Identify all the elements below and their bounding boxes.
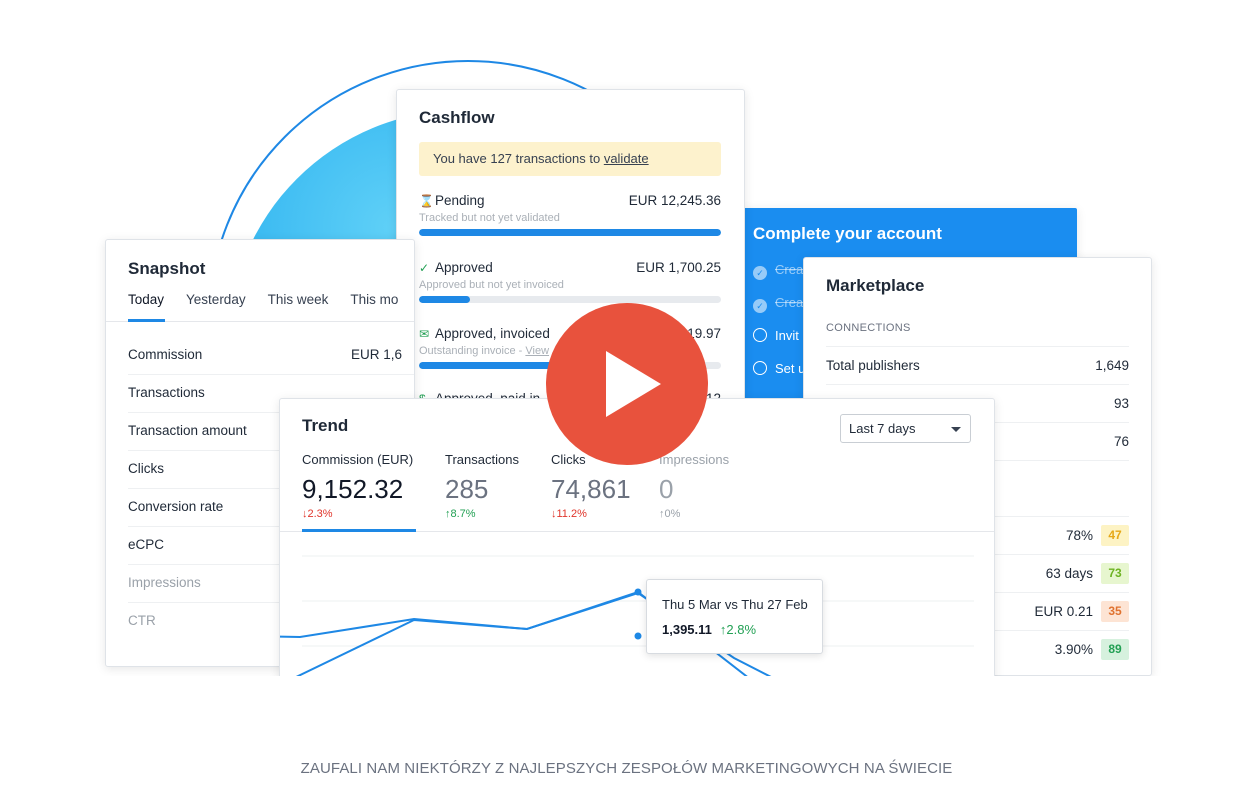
- cashflow-progress: [419, 229, 721, 236]
- marketplace-title: Marketplace: [826, 276, 925, 295]
- validate-notice: You have 127 transactions to validate: [419, 142, 721, 176]
- row-label: Conversion rate: [128, 499, 224, 514]
- cashflow-amount: EUR 1,700.25: [636, 260, 721, 275]
- tooltip-title: Thu 5 Mar vs Thu 27 Feb: [662, 597, 808, 612]
- checklist-label: Invit: [775, 328, 799, 343]
- row-label: Transaction amount: [128, 423, 247, 438]
- metric-value: 9,152.32: [302, 474, 404, 504]
- chart-tooltip: Thu 5 Mar vs Thu 27 Feb 1,395.11 ↑2.8%: [646, 579, 823, 654]
- metric-value: 285: [445, 474, 489, 504]
- metric-commission[interactable]: Commission (EUR) 9,152.32 ↓2.3%: [302, 452, 413, 520]
- metric-label: Impressions: [659, 452, 730, 467]
- row-label: Clicks: [128, 461, 164, 476]
- cashflow-subtext: Outstanding invoice -: [419, 345, 526, 357]
- score-value: EUR 0.21: [1034, 604, 1093, 619]
- snapshot-title: Snapshot: [128, 259, 206, 278]
- row-label: CTR: [128, 613, 156, 628]
- checklist-label: Crea: [775, 295, 804, 310]
- tooltip-value: 1,395.11: [662, 622, 712, 637]
- row-value: 76: [1113, 434, 1129, 449]
- score-badge: 89: [1101, 639, 1129, 660]
- metric-impressions[interactable]: Impressions 0 ↑0%: [659, 452, 729, 520]
- snapshot-row: Commission EUR 1,6: [128, 337, 414, 375]
- chevron-down-icon: [951, 427, 961, 432]
- row-label: Transactions: [128, 385, 205, 400]
- row-value: EUR 1,6: [351, 347, 403, 362]
- metric-value: 0: [659, 474, 674, 504]
- date-range-value: Last 7 days: [849, 421, 916, 436]
- checklist-item[interactable]: ✓ Crea: [753, 295, 803, 313]
- metric-change: 2.3%: [307, 508, 333, 520]
- trusted-by-caption: ZAUFALI NAM NIEKTÓRZY Z NAJLEPSZYCH ZESP…: [300, 760, 953, 777]
- tooltip-change: 2.8%: [726, 622, 757, 637]
- play-icon: [606, 351, 661, 417]
- checklist-label: Crea: [775, 262, 804, 277]
- metric-change: 0%: [664, 508, 681, 520]
- score-value: 3.90%: [1054, 642, 1093, 657]
- cashflow-label: Approved: [435, 260, 493, 275]
- metric-label: Commission (EUR): [302, 452, 414, 467]
- metric-change: 8.7%: [450, 508, 476, 520]
- cashflow-amount: EUR 12,245.36: [628, 193, 721, 208]
- score-badge: 73: [1101, 563, 1129, 584]
- tab-today[interactable]: Today: [128, 292, 164, 307]
- metric-transactions[interactable]: Transactions 285 ↑8.7%: [445, 452, 519, 520]
- tab-yesterday[interactable]: Yesterday: [186, 292, 246, 307]
- metric-label: Transactions: [445, 452, 519, 467]
- checklist-label: Set u: [775, 361, 806, 376]
- score-value: 78%: [1065, 528, 1093, 543]
- cashflow-title: Cashflow: [419, 108, 495, 127]
- hero-illustration: Complete your account ✓ Crea ✓ Crea Invit …: [0, 0, 1253, 676]
- metric-value: 74,861: [551, 474, 631, 504]
- circle-empty-icon: [753, 361, 767, 375]
- row-label: Total publishers: [826, 358, 920, 373]
- checklist-item[interactable]: ✓ Crea: [753, 262, 803, 280]
- check-icon: ✓: [419, 261, 430, 275]
- cashflow-item-approved: ✓ Approved EUR 1,700.25 Approved but not y…: [419, 260, 721, 303]
- row-value: 1,649: [1095, 358, 1129, 373]
- cashflow-subtext: Tracked but not yet validated: [419, 212, 560, 224]
- score-value: 63 days: [1045, 566, 1093, 581]
- trend-title: Trend: [302, 416, 349, 435]
- snapshot-tabs: Today Yesterday This week This mo: [128, 292, 398, 307]
- score-badge: 35: [1101, 601, 1129, 622]
- row-label: Commission: [128, 347, 203, 362]
- notice-text: You have 127 transactions to: [433, 151, 604, 166]
- checklist-item[interactable]: Invit: [753, 328, 799, 343]
- checklist-item[interactable]: Set u: [753, 361, 805, 376]
- hourglass-icon: ⌛: [419, 194, 434, 208]
- connection-row: Total publishers 1,649: [826, 346, 1129, 384]
- trend-line-chart: [280, 555, 974, 676]
- envelope-icon: ✉: [419, 327, 430, 341]
- validate-link[interactable]: validate: [604, 151, 649, 166]
- check-done-icon: ✓: [753, 266, 767, 280]
- metric-change: 11.2%: [556, 508, 587, 520]
- tab-this-month[interactable]: This mo: [350, 292, 398, 307]
- view-invoice-link[interactable]: View: [525, 345, 549, 357]
- cashflow-subtext: Approved but not yet invoiced: [419, 279, 564, 291]
- circle-empty-icon: [753, 328, 767, 342]
- check-done-icon: ✓: [753, 299, 767, 313]
- play-video-button[interactable]: [546, 303, 708, 465]
- data-point[interactable]: [634, 588, 642, 596]
- data-point[interactable]: [634, 632, 642, 640]
- active-metric-indicator: [302, 529, 416, 532]
- row-label: eCPC: [128, 537, 165, 552]
- row-value: 93: [1113, 396, 1129, 411]
- date-range-select[interactable]: Last 7 days: [840, 414, 971, 443]
- cashflow-item-pending: ⌛Pending EUR 12,245.36 Tracked but not ye…: [419, 193, 721, 236]
- row-label: Impressions: [128, 575, 201, 590]
- complete-account-title: Complete your account: [753, 224, 942, 243]
- active-tab-indicator: [128, 319, 165, 322]
- cashflow-label: Pending: [435, 193, 485, 208]
- cashflow-progress: [419, 296, 721, 303]
- score-badge: 47: [1101, 525, 1129, 546]
- cashflow-label: Approved, invoiced: [435, 326, 550, 341]
- tab-this-week[interactable]: This week: [268, 292, 329, 307]
- section-label: CONNECTIONS: [826, 322, 911, 334]
